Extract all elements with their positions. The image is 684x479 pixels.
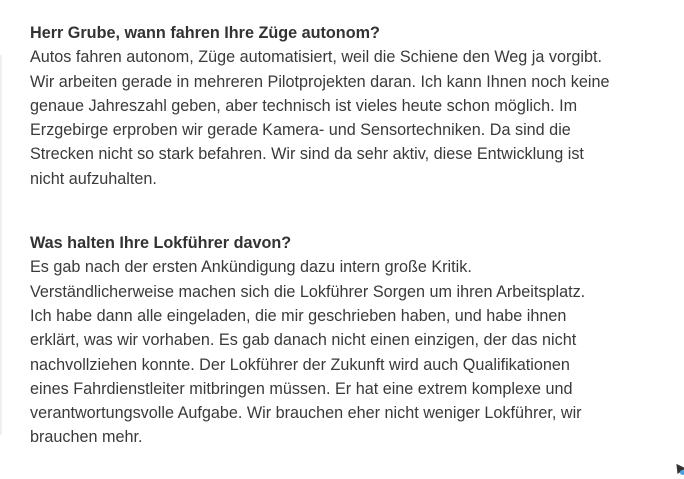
- answer-line: Autos fahren autonom, Züge automatisiert…: [30, 48, 602, 67]
- question-heading: Was halten Ihre Lokführer davon?: [30, 234, 292, 253]
- answer-line: Verständlicherweise machen sich die Lokf…: [30, 282, 586, 301]
- answer-line: Strecken nicht so stark befahren. Wir si…: [30, 145, 584, 164]
- question-heading: Herr Grube, wann fahren Ihre Züge autono…: [30, 24, 380, 42]
- answer-line: verantwortungsvolle Aufgabe. Wir brauche…: [30, 404, 582, 423]
- answer-line: brauchen mehr.: [30, 428, 143, 447]
- answer-line: erklärt, was wir vorhaben. Es gab danach…: [30, 331, 577, 350]
- answer-line: Ich habe dann alle eingeladen, die mir g…: [30, 306, 567, 325]
- left-border: [0, 55, 2, 435]
- answer-line: Es gab nach der ersten Ankündigung dazu …: [30, 258, 472, 277]
- answer-line: eines Fahrdienstleiter mitbringen müssen…: [30, 379, 573, 398]
- interview-article: Herr Grube, wann fahren Ihre Züge autono…: [30, 21, 670, 450]
- answer-line: Wir arbeiten gerade in mehreren Pilotpro…: [30, 72, 610, 91]
- answer-line: nachvollziehen konnte. Der Lokführer der…: [30, 355, 570, 374]
- qa-block-2: Was halten Ihre Lokführer davon? Es gab …: [30, 231, 670, 450]
- answer-line: nicht aufzuhalten.: [30, 169, 157, 188]
- cursor-indicator-icon: [680, 470, 684, 475]
- answer-line: Erzgebirge erproben wir gerade Kamera- u…: [30, 121, 571, 140]
- qa-block-1: Herr Grube, wann fahren Ihre Züge autono…: [30, 21, 670, 191]
- answer-line: genaue Jahreszahl geben, aber technisch …: [30, 96, 578, 115]
